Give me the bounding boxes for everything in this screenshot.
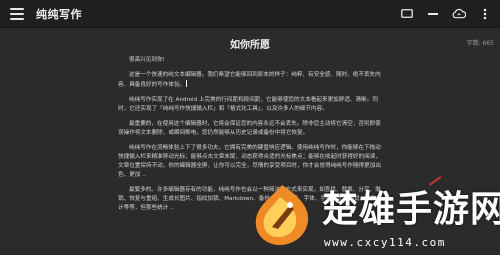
watermark-logo-icon xyxy=(255,185,309,245)
more-vert-icon[interactable] xyxy=(478,7,492,21)
editor-paragraph: 纯纯写作实现了在 Android 上完美的行间距和段间距，它能够使您的文本看起来… xyxy=(118,97,378,112)
greeting-text: 很高兴见到你! xyxy=(129,57,165,63)
editor-paragraph: 这是一个快速的纯文本编辑器。我们希望它能够回到原本的样子：纯粹、有安全感、随时、… xyxy=(118,72,381,88)
editor-paragraph: 纯纯写作在流畅体验上下了很多功夫，它拥有完美的键盘响应逻辑。使用纯纯写作时，你能… xyxy=(118,145,381,178)
cloud-sync-icon[interactable] xyxy=(452,7,466,21)
watermark-site-name: 楚雄手游网 xyxy=(322,189,500,230)
editor-paragraph: 很高兴见到你! xyxy=(118,56,382,65)
text-caret xyxy=(186,80,188,87)
minus-icon[interactable] xyxy=(426,7,440,21)
editor-paragraph: 最重要的，在使用这个编辑器时，它将会保证您的内容永远不会丢失。除非您主动将它清空… xyxy=(118,121,381,136)
hamburger-menu-icon[interactable] xyxy=(10,7,24,20)
tablet-icon[interactable] xyxy=(400,7,414,21)
app-title: 纯纯写作 xyxy=(36,7,82,21)
watermark-url: www.cxcy114.com xyxy=(324,236,446,249)
toolbar-actions xyxy=(400,0,492,27)
red-dash-mark xyxy=(428,176,442,186)
document-title[interactable]: 如你所愿 xyxy=(0,36,500,51)
app-bar: 纯纯写作 xyxy=(0,0,500,28)
word-count: 字数: 665 xyxy=(466,40,494,47)
